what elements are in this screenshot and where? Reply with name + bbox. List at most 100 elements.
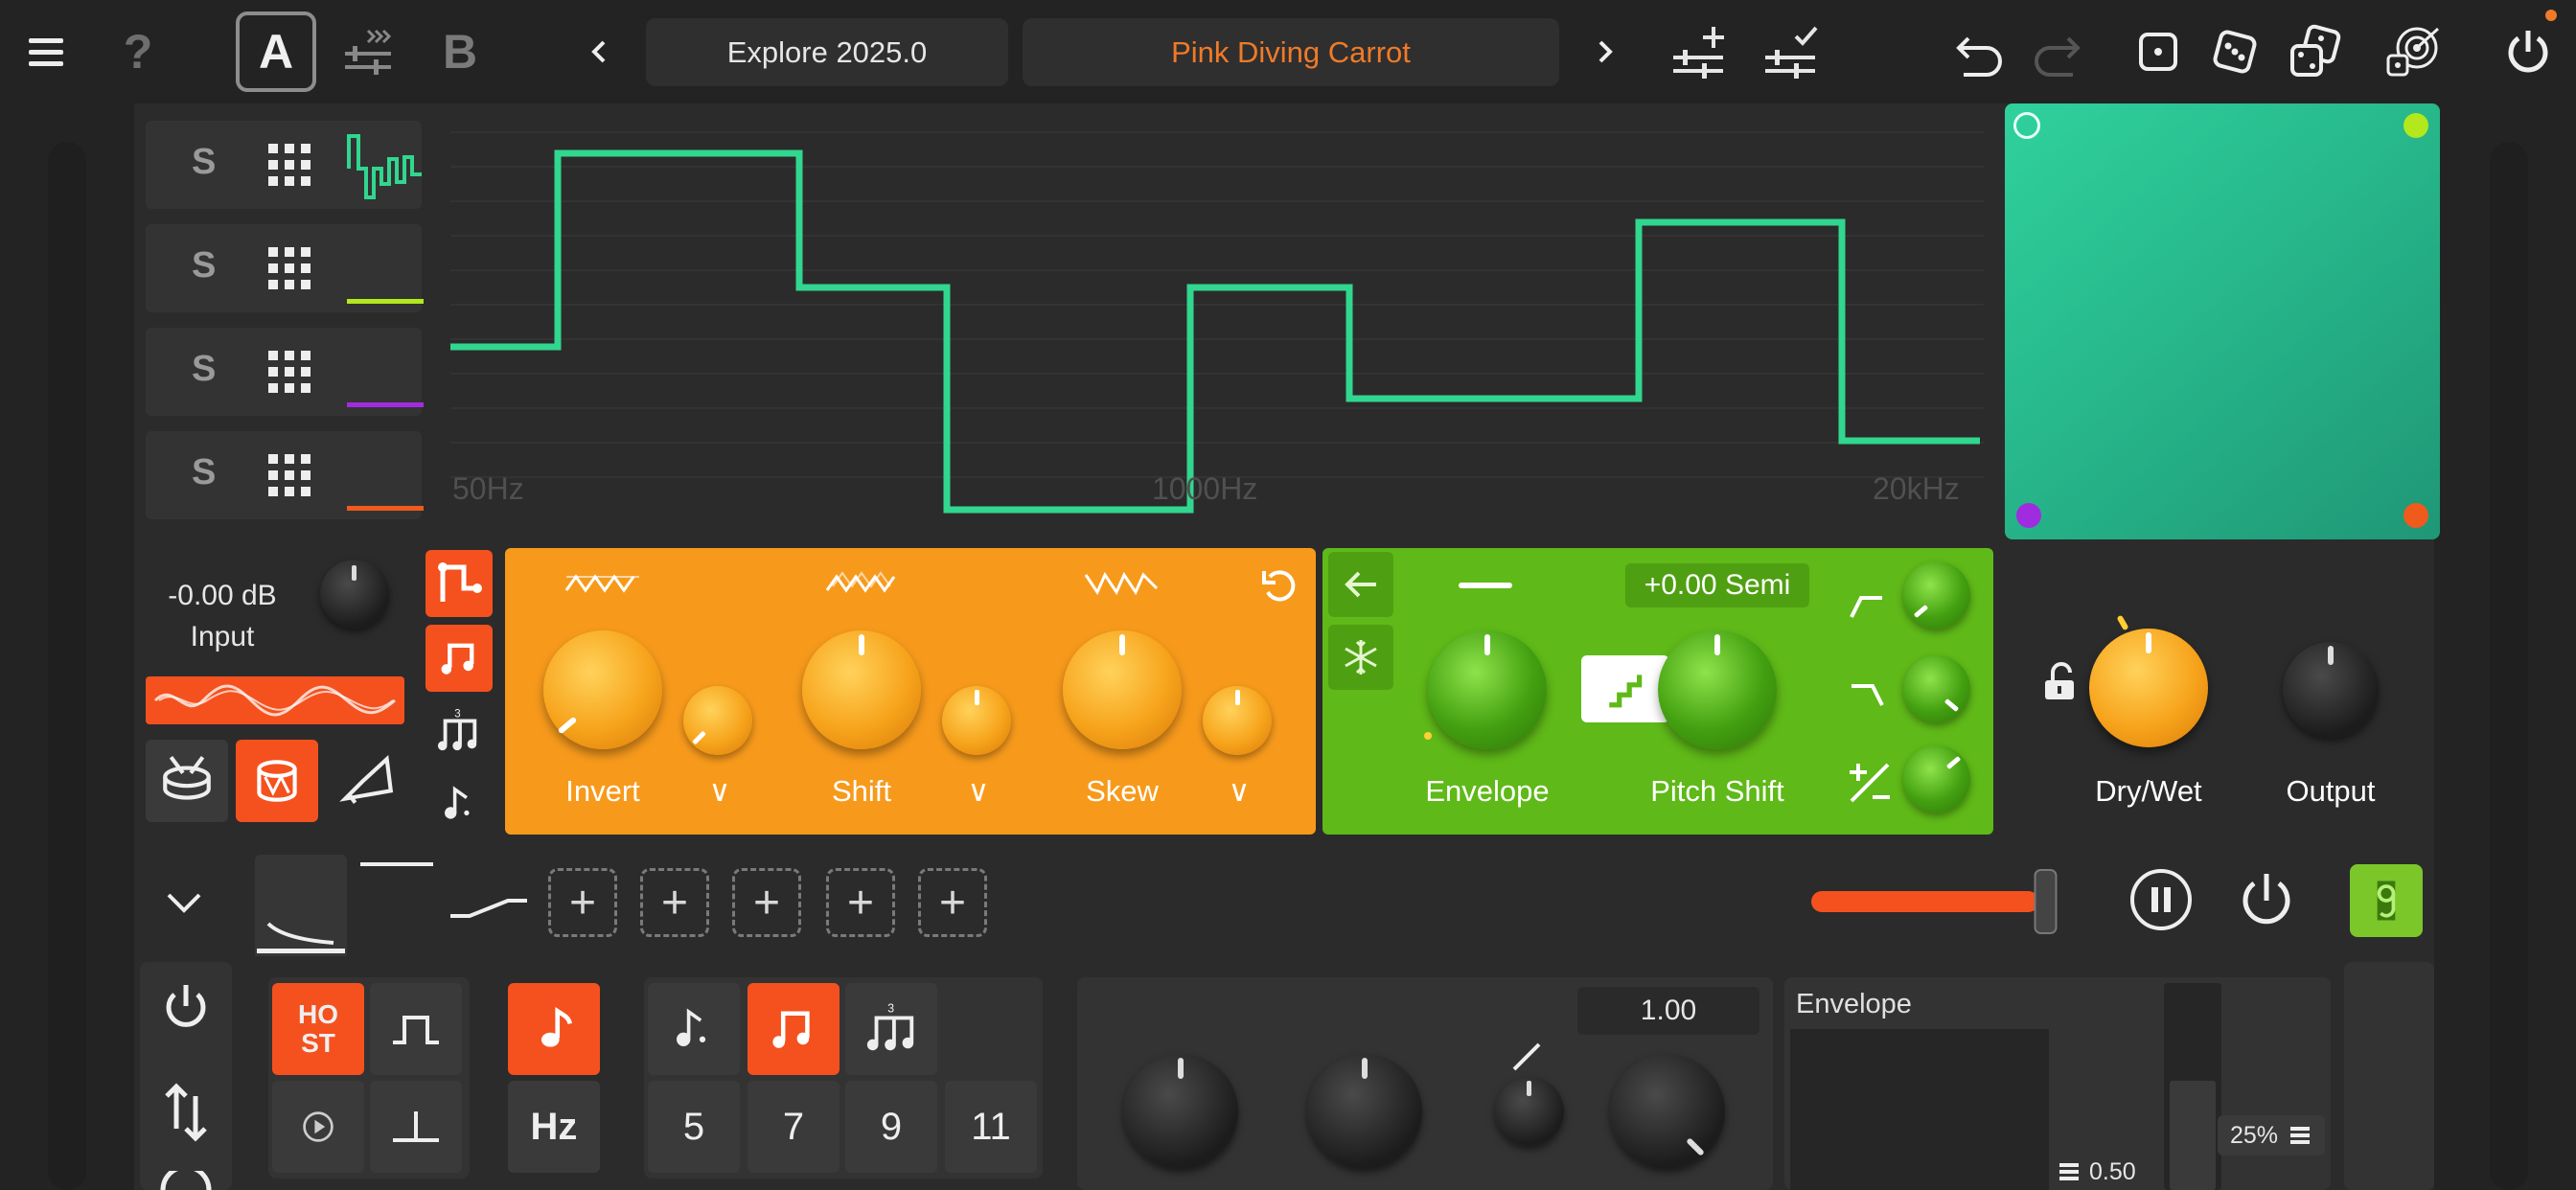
modulator-slot-icon[interactable] [2350,864,2423,937]
host-sync-button[interactable]: HO ST [272,983,364,1075]
modulator-power-icon[interactable] [2233,866,2300,933]
skew-dropdown-icon[interactable]: ∨ [1216,774,1262,809]
skew-knob[interactable] [1063,630,1182,749]
solo-button[interactable]: S [192,349,216,390]
retrigger-button[interactable] [272,1081,364,1173]
rate-number-9[interactable]: 9 [845,1081,937,1173]
dice-3-icon[interactable] [2277,13,2354,90]
slider-thumb[interactable] [2034,869,2058,934]
note-triplet-button[interactable]: 3 [426,698,493,765]
menu-icon[interactable] [8,13,84,90]
undo-icon[interactable] [1942,13,2018,90]
routing-button[interactable] [426,550,493,617]
shape-knob-2[interactable] [1307,1054,1422,1169]
lowpass-knob[interactable] [1903,655,1970,722]
frequency-step-graph[interactable] [450,115,1984,517]
grid-icon[interactable] [268,351,310,393]
envelope-percent-handle[interactable]: 25% [2218,1115,2325,1156]
copy-a-to-b-icon[interactable] [330,13,406,90]
envelope-level-track[interactable] [2164,983,2221,1190]
add-curve-button-4[interactable]: + [826,868,895,937]
lane-1[interactable]: S [146,121,422,209]
modulation-depth-slider[interactable] [1802,862,2080,939]
collapse-chevron-icon[interactable] [159,878,209,927]
rate-number-7[interactable]: 7 [748,1081,840,1173]
curve-tab-1[interactable] [255,855,347,956]
value-readout[interactable]: 1.00 [1577,987,1760,1035]
corner-handle-top-right[interactable] [2404,113,2428,138]
solo-button[interactable]: S [192,142,216,183]
add-curve-button-3[interactable]: + [732,868,801,937]
small-shape-knob[interactable] [1495,1077,1564,1146]
corner-handle-bottom-left[interactable] [2016,503,2041,528]
invert-dropdown-icon[interactable]: ∨ [697,774,743,809]
prev-preset-icon[interactable] [562,13,638,90]
reset-icon[interactable] [1258,565,1300,607]
curve-tab-2-flat[interactable] [356,855,439,878]
lane-3[interactable]: S [146,328,424,416]
drywet-knob[interactable] [2089,629,2208,747]
rate-number-5[interactable]: 5 [648,1081,740,1173]
lane-2[interactable]: S [146,224,424,312]
envelope-mode-dash[interactable] [1459,583,1512,588]
save-icon[interactable] [1752,13,1828,90]
save-new-icon[interactable] [1660,13,1736,90]
corner-handle-top-left[interactable] [2013,112,2040,139]
drum-mode-button[interactable] [146,740,228,822]
note-mode-button[interactable] [508,983,600,1075]
output-knob[interactable] [2283,642,2379,738]
invert-knob[interactable] [543,630,662,749]
amount-knob[interactable] [1610,1054,1725,1169]
mod-power-icon[interactable] [157,979,215,1037]
slot-b-button[interactable]: B [422,13,498,90]
horn-mode-button[interactable] [326,740,408,822]
envelope-display[interactable] [1790,1029,2049,1190]
add-curve-button-1[interactable]: + [548,868,617,937]
highpass-knob[interactable] [1903,561,1970,629]
semi-readout[interactable]: +0.00 Semi [1625,563,1809,607]
envelope-value-handle[interactable]: 0.50 [2057,1154,2162,1190]
pitch-shift-knob[interactable] [1658,630,1777,749]
power-icon[interactable] [2490,13,2566,90]
snare-mode-button[interactable] [236,740,318,822]
preset-name-selector[interactable]: Pink Diving Carrot [1023,18,1559,86]
hz-mode-button[interactable]: Hz [508,1081,600,1173]
solo-button[interactable]: S [192,452,216,493]
next-preset-icon[interactable] [1566,13,1643,90]
invert-updown-icon[interactable] [157,1079,215,1146]
corner-handle-bottom-right[interactable] [2404,503,2428,528]
pause-icon[interactable] [2128,866,2195,933]
dice-1-icon[interactable] [2120,13,2196,90]
more-tools-icon[interactable] [157,1171,215,1190]
redo-icon[interactable] [2018,13,2095,90]
rate-straight-button[interactable] [748,983,840,1075]
stepped-mode-toggle[interactable] [1581,655,1669,722]
lane-4[interactable]: S [146,431,424,519]
rate-triplet-button[interactable]: 3 [845,983,937,1075]
xy-pad[interactable] [2005,103,2440,539]
shape-knob-1[interactable] [1123,1054,1238,1169]
envelope-knob[interactable] [1428,630,1547,749]
help-icon[interactable]: ? [100,13,176,90]
shift-dropdown-icon[interactable]: ∨ [955,774,1001,809]
unlock-icon[interactable] [2039,661,2082,703]
dice-2-icon[interactable] [2196,13,2273,90]
rate-dotted-button[interactable] [648,983,740,1075]
back-arrow-button[interactable] [1328,552,1393,617]
slot-a-button[interactable]: A [236,11,316,92]
shift-amount-knob[interactable] [942,686,1011,755]
trigger-shape-button[interactable] [370,1081,462,1173]
freeze-button[interactable] [1328,625,1393,690]
grid-icon[interactable] [268,144,310,186]
spread-knob[interactable] [1903,745,1970,812]
input-level-readout[interactable]: -0.00 dB [146,571,299,621]
target-random-icon[interactable] [2375,13,2451,90]
preset-bank-selector[interactable]: Explore 2025.0 [646,18,1008,86]
grid-icon[interactable] [268,454,310,496]
note-eighth-button[interactable] [426,625,493,692]
gate-shape-button[interactable] [370,983,462,1075]
note-dotted-button[interactable] [426,768,493,835]
grid-icon[interactable] [268,247,310,289]
invert-amount-knob[interactable] [683,686,752,755]
skew-amount-knob[interactable] [1203,686,1272,755]
